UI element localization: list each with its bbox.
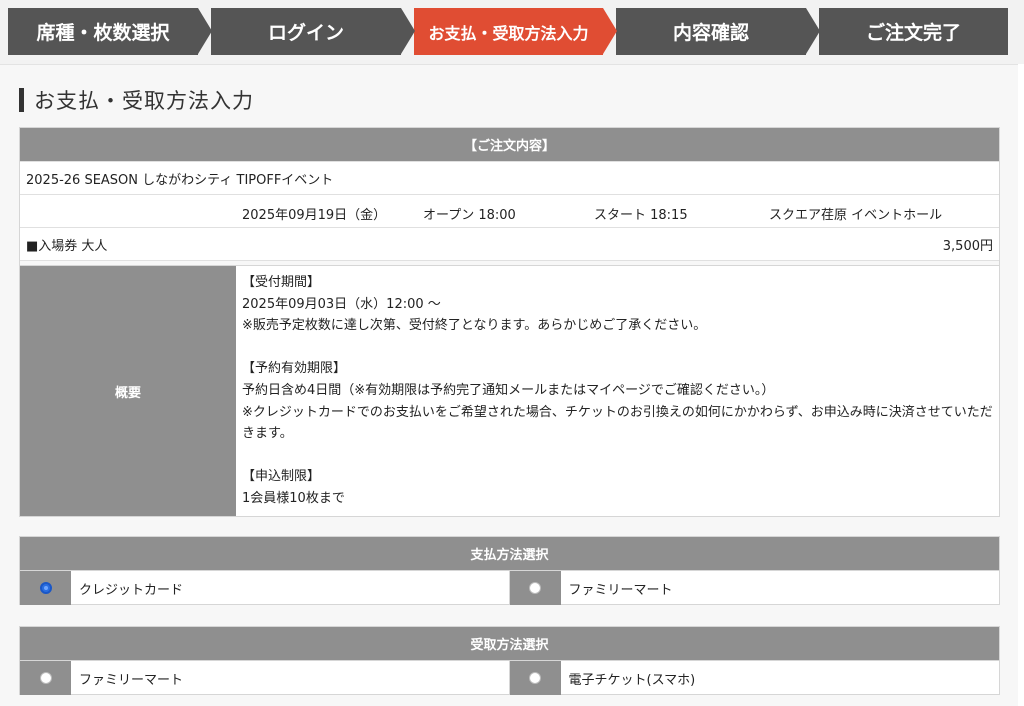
ticket-price: 3,500円 (942, 238, 993, 254)
step-login: ログイン (211, 8, 415, 55)
event-name: 2025-26 SEASON しながわシティ TIPOFFイベント (26, 172, 334, 188)
delivery-method-header: 受取方法選択 (20, 627, 999, 660)
step-arrow (603, 8, 617, 54)
order-details-table: 【ご注文内容】 2025-26 SEASON しながわシティ TIPOFFイベン… (19, 127, 1000, 517)
overview-line: 【予約有効期限】 (242, 361, 347, 377)
main-content: お支払・受取方法入力 【ご注文内容】 2025-26 SEASON しながわシテ… (0, 64, 1018, 706)
step-label: 内容確認 (672, 22, 749, 44)
step-arrow (806, 8, 820, 54)
overview-gap (242, 445, 993, 467)
overview-gap (242, 337, 993, 359)
event-name-row: 2025-26 SEASON しながわシティ TIPOFFイベント (20, 161, 999, 194)
order-details-header: 【ご注文内容】 (20, 128, 999, 161)
overview-line: ※販売予定枚数に達し次第、受付終了となります。あらかじめご了承ください。 (242, 318, 707, 334)
payment-option-familymart[interactable]: ファミリーマート (509, 570, 1000, 605)
overview-line: 予約日含め4日間（※有効期限は予約完了通知メールまたはマイページでご確認ください… (242, 382, 775, 398)
eticket-radio[interactable] (529, 672, 541, 684)
step-arrow (198, 8, 212, 54)
radio-cell (509, 571, 561, 605)
option-label[interactable]: ファミリーマート (561, 571, 1000, 605)
step-confirm: 内容確認 (616, 8, 820, 55)
payment-method-header: 支払方法選択 (20, 537, 999, 570)
overview-line: 【受付期間】 (242, 275, 321, 290)
step-label: 席種・枚数選択 (36, 22, 170, 44)
step-arrow (401, 8, 415, 54)
event-datetime-row: 2025年09月19日（金） オープン 18:00 スタート 18:15 スクエ… (20, 194, 999, 227)
step-label: ログイン (267, 22, 344, 44)
page-title: お支払・受取方法入力 (19, 87, 254, 113)
delivery-option-familymart[interactable]: ファミリーマート (20, 660, 510, 695)
title-accent-bar (19, 88, 24, 112)
ticket-row: ■入場券 大人 3,500円 (20, 227, 999, 260)
overview-label: 概要 (20, 266, 236, 516)
ticket-type: ■入場券 大人 (26, 238, 108, 254)
overview-line: 1会員様10枚まで (242, 490, 345, 506)
page-title-text: お支払・受取方法入力 (34, 89, 254, 113)
step-complete: ご注文完了 (819, 8, 1008, 55)
overview-section: 概要 【受付期間】 2025年09月03日（水）12:00 〜 ※販売予定枚数に… (20, 265, 999, 516)
payment-option-credit-card[interactable]: クレジットカード (20, 570, 510, 605)
step-payment-delivery: お支払・受取方法入力 (414, 8, 617, 55)
delivery-method-table: 受取方法選択 ファミリーマート 電子チケット(スマホ) (19, 626, 1000, 695)
step-label: お支払・受取方法入力 (428, 23, 589, 43)
familymart-payment-radio[interactable] (529, 582, 541, 594)
radio-cell (509, 661, 561, 695)
option-label[interactable]: ファミリーマート (71, 661, 510, 695)
delivery-option-eticket[interactable]: 電子チケット(スマホ) (509, 660, 1000, 695)
credit-card-radio[interactable] (39, 582, 52, 594)
checkout-stepper: 席種・枚数選択 ログイン お支払・受取方法入力 内容確認 ご注文完了 (0, 0, 1024, 64)
radio-cell (20, 571, 71, 605)
step-label: ご注文完了 (865, 22, 961, 44)
scrollbar-track[interactable] (1018, 64, 1024, 705)
event-start-time: スタート 18:15 (594, 208, 688, 223)
payment-options: クレジットカード ファミリーマート (20, 570, 1000, 605)
event-open-time: オープン 18:00 (423, 208, 516, 223)
option-label[interactable]: 電子チケット(スマホ) (561, 661, 1000, 695)
step-seat-selection: 席種・枚数選択 (8, 8, 212, 55)
delivery-options: ファミリーマート 電子チケット(スマホ) (20, 660, 1000, 695)
option-label[interactable]: クレジットカード (71, 571, 510, 605)
event-date: 2025年09月19日（金） (242, 208, 387, 223)
overview-line: 2025年09月03日（水）12:00 〜 (242, 296, 441, 312)
overview-body: 【受付期間】 2025年09月03日（水）12:00 〜 ※販売予定枚数に達し次… (236, 266, 999, 516)
radio-cell (20, 661, 71, 695)
payment-method-table: 支払方法選択 クレジットカード ファミリーマート (19, 536, 1000, 605)
familymart-delivery-radio[interactable] (39, 672, 52, 684)
overview-line: 【申込制限】 (242, 469, 321, 485)
overview-line: ※クレジットカードでのお支払いをご希望された場合、チケットのお引換えの如何にかか… (242, 404, 993, 442)
event-venue: スクエア荏原 イベントホール (769, 208, 943, 223)
